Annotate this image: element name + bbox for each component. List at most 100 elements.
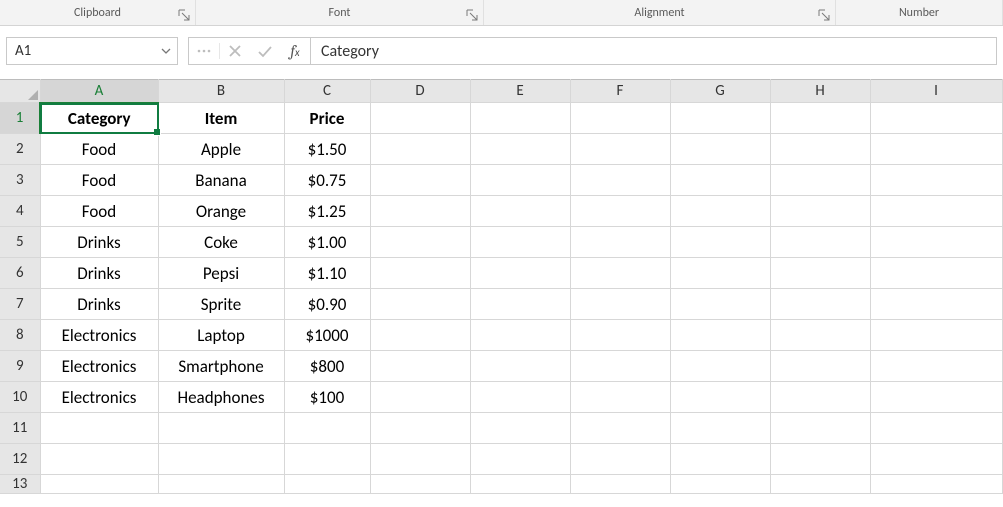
- cell-A4[interactable]: Food: [40, 196, 158, 227]
- cell-C9[interactable]: $800: [284, 351, 370, 382]
- select-all-corner[interactable]: [0, 80, 40, 103]
- cell-D11[interactable]: [370, 413, 470, 444]
- cell-B1[interactable]: Item: [158, 103, 284, 134]
- cell-A2[interactable]: Food: [40, 134, 158, 165]
- cell-D7[interactable]: [370, 289, 470, 320]
- cell-G5[interactable]: [670, 227, 770, 258]
- cell-D3[interactable]: [370, 165, 470, 196]
- cell-F7[interactable]: [570, 289, 670, 320]
- row-header-5[interactable]: 5: [0, 227, 40, 258]
- cell-I9[interactable]: [870, 351, 1002, 382]
- cell-B3[interactable]: Banana: [158, 165, 284, 196]
- cell-A10[interactable]: Electronics: [40, 382, 158, 413]
- cell-H6[interactable]: [770, 258, 870, 289]
- cell-E6[interactable]: [470, 258, 570, 289]
- cell-C4[interactable]: $1.25: [284, 196, 370, 227]
- cell-F6[interactable]: [570, 258, 670, 289]
- row-header-9[interactable]: 9: [0, 351, 40, 382]
- cell-B6[interactable]: Pepsi: [158, 258, 284, 289]
- cell-I11[interactable]: [870, 413, 1002, 444]
- cancel-icon[interactable]: [220, 38, 250, 64]
- cell-I5[interactable]: [870, 227, 1002, 258]
- cell-H7[interactable]: [770, 289, 870, 320]
- cell-C6[interactable]: $1.10: [284, 258, 370, 289]
- cell-A8[interactable]: Electronics: [40, 320, 158, 351]
- cell-A3[interactable]: Food: [40, 165, 158, 196]
- cell-G13[interactable]: [670, 475, 770, 494]
- cell-F8[interactable]: [570, 320, 670, 351]
- row-header-4[interactable]: 4: [0, 196, 40, 227]
- cell-G10[interactable]: [670, 382, 770, 413]
- cell-C3[interactable]: $0.75: [284, 165, 370, 196]
- cell-C7[interactable]: $0.90: [284, 289, 370, 320]
- cell-I2[interactable]: [870, 134, 1002, 165]
- cell-I7[interactable]: [870, 289, 1002, 320]
- formula-input[interactable]: [310, 37, 997, 65]
- cell-H3[interactable]: [770, 165, 870, 196]
- cell-B4[interactable]: Orange: [158, 196, 284, 227]
- cell-H4[interactable]: [770, 196, 870, 227]
- cell-D2[interactable]: [370, 134, 470, 165]
- enter-icon[interactable]: [250, 38, 280, 64]
- cell-A11[interactable]: [40, 413, 158, 444]
- cell-C5[interactable]: $1.00: [284, 227, 370, 258]
- cell-G4[interactable]: [670, 196, 770, 227]
- cell-C2[interactable]: $1.50: [284, 134, 370, 165]
- row-header-10[interactable]: 10: [0, 382, 40, 413]
- cell-A9[interactable]: Electronics: [40, 351, 158, 382]
- cell-H9[interactable]: [770, 351, 870, 382]
- cell-F5[interactable]: [570, 227, 670, 258]
- row-header-8[interactable]: 8: [0, 320, 40, 351]
- cell-H10[interactable]: [770, 382, 870, 413]
- cell-I3[interactable]: [870, 165, 1002, 196]
- spreadsheet-grid[interactable]: ABCDEFGHI1CategoryItemPrice2FoodApple$1.…: [0, 79, 1003, 494]
- cell-A6[interactable]: Drinks: [40, 258, 158, 289]
- cell-E1[interactable]: [470, 103, 570, 134]
- cell-D4[interactable]: [370, 196, 470, 227]
- column-header-D[interactable]: D: [370, 80, 470, 103]
- row-header-7[interactable]: 7: [0, 289, 40, 320]
- cell-C10[interactable]: $100: [284, 382, 370, 413]
- cell-G1[interactable]: [670, 103, 770, 134]
- dialog-launcher-icon[interactable]: [177, 8, 191, 22]
- name-box[interactable]: A1: [6, 37, 178, 65]
- cell-H5[interactable]: [770, 227, 870, 258]
- cell-F2[interactable]: [570, 134, 670, 165]
- cell-F12[interactable]: [570, 444, 670, 475]
- cell-E10[interactable]: [470, 382, 570, 413]
- cell-F9[interactable]: [570, 351, 670, 382]
- cell-G11[interactable]: [670, 413, 770, 444]
- cell-H1[interactable]: [770, 103, 870, 134]
- cell-F3[interactable]: [570, 165, 670, 196]
- dialog-launcher-icon[interactable]: [465, 8, 479, 22]
- cell-F11[interactable]: [570, 413, 670, 444]
- cell-H12[interactable]: [770, 444, 870, 475]
- cell-C1[interactable]: Price: [284, 103, 370, 134]
- cell-E3[interactable]: [470, 165, 570, 196]
- row-header-3[interactable]: 3: [0, 165, 40, 196]
- cell-B8[interactable]: Laptop: [158, 320, 284, 351]
- cell-I1[interactable]: [870, 103, 1002, 134]
- row-header-2[interactable]: 2: [0, 134, 40, 165]
- cell-F10[interactable]: [570, 382, 670, 413]
- cell-H11[interactable]: [770, 413, 870, 444]
- cell-D5[interactable]: [370, 227, 470, 258]
- row-header-13[interactable]: 13: [0, 475, 40, 494]
- cell-G8[interactable]: [670, 320, 770, 351]
- fx-menu-button[interactable]: [189, 38, 219, 64]
- cell-I13[interactable]: [870, 475, 1002, 494]
- chevron-down-icon[interactable]: [161, 46, 171, 56]
- cell-G6[interactable]: [670, 258, 770, 289]
- row-header-6[interactable]: 6: [0, 258, 40, 289]
- cell-F4[interactable]: [570, 196, 670, 227]
- cell-B9[interactable]: Smartphone: [158, 351, 284, 382]
- cell-C13[interactable]: [284, 475, 370, 494]
- cell-E5[interactable]: [470, 227, 570, 258]
- cell-B11[interactable]: [158, 413, 284, 444]
- cell-I12[interactable]: [870, 444, 1002, 475]
- insert-function-button[interactable]: fx: [280, 38, 310, 64]
- cell-E13[interactable]: [470, 475, 570, 494]
- cell-H2[interactable]: [770, 134, 870, 165]
- cell-B7[interactable]: Sprite: [158, 289, 284, 320]
- cell-D9[interactable]: [370, 351, 470, 382]
